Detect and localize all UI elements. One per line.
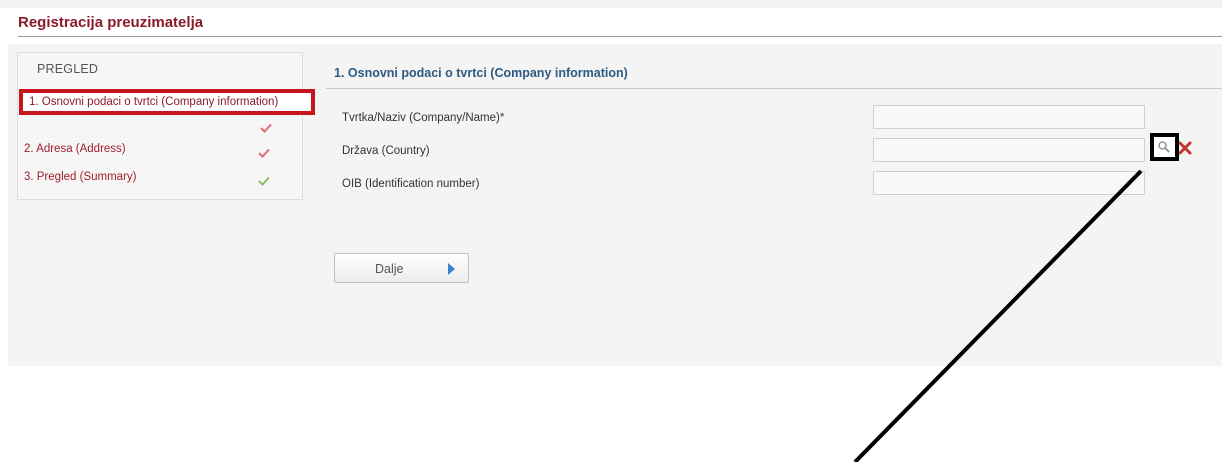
next-button[interactable]: Dalje xyxy=(334,253,469,283)
company-name-label: Tvrtka/Naziv (Company/Name)* xyxy=(342,112,505,124)
country-lookup-button[interactable] xyxy=(1150,133,1179,161)
check-icon xyxy=(258,176,270,186)
page-title: Registracija preuzimatelja xyxy=(18,14,204,31)
search-icon xyxy=(1158,141,1170,153)
country-label: Država (Country) xyxy=(342,145,430,157)
check-icon xyxy=(260,123,272,133)
sidebar: PREGLED 2. Adresa (Address) 3. Pregled (… xyxy=(17,52,303,200)
check-icon xyxy=(258,148,270,158)
sidebar-item-summary[interactable]: 3. Pregled (Summary) xyxy=(24,171,136,183)
oib-input[interactable] xyxy=(873,171,1145,195)
section-divider xyxy=(326,88,1222,89)
company-name-input[interactable] xyxy=(873,105,1145,129)
country-input[interactable] xyxy=(873,138,1145,162)
top-band xyxy=(0,0,1222,8)
sidebar-item-company-information[interactable]: 1. Osnovni podaci o tvrtci (Company info… xyxy=(19,89,315,115)
oib-label: OIB (Identification number) xyxy=(342,178,480,190)
clear-icon[interactable] xyxy=(1177,140,1193,156)
section-title: 1. Osnovni podaci o tvrtci (Company info… xyxy=(334,66,628,80)
next-button-label: Dalje xyxy=(375,262,404,276)
arrow-right-icon xyxy=(448,263,455,275)
page-header: Registracija preuzimatelja xyxy=(18,8,1222,37)
sidebar-item-address[interactable]: 2. Adresa (Address) xyxy=(24,143,126,155)
sidebar-header: PREGLED xyxy=(37,62,99,76)
